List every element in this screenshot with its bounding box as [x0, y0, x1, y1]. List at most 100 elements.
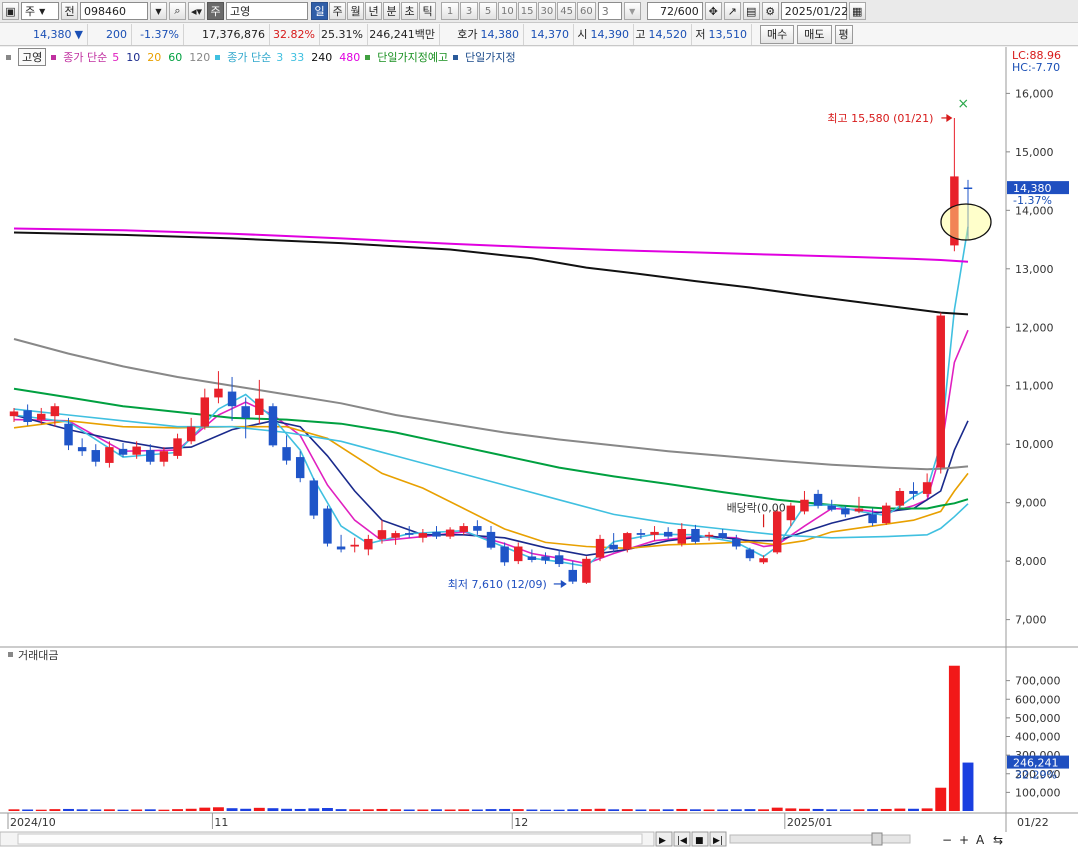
down-arrow-icon: ▼	[74, 27, 83, 41]
interval-15[interactable]: 15	[517, 2, 537, 20]
volume-bar	[240, 808, 252, 811]
legend-ma-a-period-60[interactable]: 60	[168, 51, 182, 64]
period-select[interactable]: 주 ▼	[21, 2, 59, 20]
candle	[418, 533, 428, 538]
price-tick-label: 8,000	[1015, 555, 1047, 568]
tools-icon[interactable]: ✥	[704, 2, 722, 20]
interval-1[interactable]: 1	[441, 2, 460, 20]
hoga-label: 호가	[457, 28, 478, 41]
legend-ma-a-period-5[interactable]: 5	[112, 51, 119, 64]
calendar-icon[interactable]: ▦	[848, 2, 866, 20]
x-tick-label: 2024/10	[10, 816, 56, 829]
x-tick-label: 2025/01	[787, 816, 833, 829]
candle	[323, 508, 332, 544]
volume-bar	[512, 809, 524, 811]
code-dropdown-button[interactable]: ▼	[150, 2, 167, 20]
volume-bar	[431, 809, 442, 811]
highlight-ellipse	[940, 203, 992, 241]
candle	[800, 499, 809, 512]
period-second[interactable]: 초	[401, 2, 419, 20]
candle	[595, 538, 605, 558]
save-icon[interactable]: ▤	[742, 2, 760, 20]
legend-ma-a-label[interactable]: 종가 단순	[63, 49, 107, 65]
legend-stock-name[interactable]: 고영	[18, 48, 47, 66]
price-tick-label: 16,000	[1015, 87, 1054, 100]
chevron-down-icon: ▼	[39, 6, 46, 16]
count-field[interactable]: 72/600	[646, 2, 703, 20]
period-week[interactable]: 주	[329, 2, 347, 20]
legend-square-icon	[365, 54, 371, 60]
name-tag-button[interactable]: 주	[207, 2, 225, 20]
chart-area: LC:88.96 HC:-7.70 16,000 15,000 14,000 13,000…	[0, 47, 1078, 852]
candle	[132, 446, 141, 455]
period-month[interactable]: 월	[347, 2, 365, 20]
legend-ma-b-period-480[interactable]: 480	[339, 51, 360, 64]
chart-canvas[interactable]: LC:88.96HC:-7.7016,00015,00014,00013,000…	[0, 47, 1078, 852]
avg-button[interactable]: 평	[834, 24, 853, 44]
volume-bar	[158, 809, 170, 811]
candle	[77, 447, 87, 452]
interval-10[interactable]: 10	[498, 2, 517, 20]
candle	[772, 511, 782, 553]
candle	[541, 556, 550, 561]
volume-bar	[35, 809, 47, 811]
volume-bar	[744, 809, 756, 811]
chart-icon[interactable]: ▣	[2, 2, 19, 20]
candle	[37, 413, 46, 420]
candle	[459, 526, 468, 532]
volume-bar	[689, 809, 701, 811]
candle	[732, 538, 741, 547]
volume-bar	[172, 809, 183, 811]
sell-button[interactable]: 매도	[797, 24, 832, 44]
volume-bar	[131, 809, 143, 811]
legend-limit-warn[interactable]: 단일가지정예고	[377, 49, 448, 65]
period-tick[interactable]: 틱	[419, 2, 437, 20]
name-field[interactable]: 고영	[226, 2, 309, 20]
volume-bar	[785, 808, 797, 811]
volume-bar	[567, 809, 579, 811]
candle	[9, 411, 19, 417]
speaker-icon[interactable]: ◂▾	[188, 2, 206, 20]
candle	[200, 397, 210, 427]
legend-ma-b-period-240[interactable]: 240	[311, 51, 332, 64]
last-volume-pct: 32.29%	[1015, 769, 1057, 782]
line-tool-icon[interactable]: ↗	[723, 2, 741, 20]
interval-60[interactable]: 60	[576, 2, 596, 20]
date-field[interactable]: 2025/01/22	[780, 2, 848, 20]
stop-icon: ■	[695, 836, 704, 846]
interval-5[interactable]: 5	[479, 2, 498, 20]
candle	[282, 447, 291, 461]
chart-legend: 고영 종가 단순 5 10 20 60 120 종가 단순 3 33 240 480 단일가지…	[6, 48, 516, 66]
volume-bar	[553, 809, 565, 811]
legend-ma-a-period-120[interactable]: 120	[189, 51, 210, 64]
candle	[895, 490, 905, 506]
search-icon[interactable]: ⌕	[169, 2, 186, 20]
interval-select[interactable]: 3	[597, 2, 622, 20]
legend-ma-b-period-33[interactable]: 33	[290, 51, 304, 64]
change-value: 200	[88, 23, 132, 45]
volume-bar	[826, 809, 838, 811]
legend-ma-a-period-20[interactable]: 20	[147, 51, 161, 64]
legend-square-icon	[6, 54, 11, 60]
code-input[interactable]: 098460	[80, 2, 148, 20]
legend-ma-b-period-3[interactable]: 3	[276, 51, 283, 64]
period-day[interactable]: 일	[311, 2, 329, 20]
legend-limit[interactable]: 단일가지정	[465, 49, 516, 65]
volume-bar	[717, 809, 729, 811]
count-value: 72	[660, 4, 675, 18]
volume-bar	[894, 808, 906, 811]
interval-45[interactable]: 45	[557, 2, 576, 20]
period-minute[interactable]: 분	[383, 2, 401, 20]
candle	[936, 315, 945, 468]
gear-icon[interactable]: ⚙	[761, 2, 779, 20]
interval-3[interactable]: 3	[460, 2, 479, 20]
legend-ma-a-period-10[interactable]: 10	[126, 51, 140, 64]
prev-button[interactable]: 전	[61, 2, 78, 20]
x-tick-label: 12	[514, 816, 528, 829]
interval-30[interactable]: 30	[537, 2, 557, 20]
interval-dropdown-button[interactable]: ▼	[623, 2, 641, 20]
buy-button[interactable]: 매수	[760, 24, 795, 44]
period-year[interactable]: 년	[365, 2, 383, 20]
legend-ma-b-label[interactable]: 종가 단순	[227, 49, 271, 65]
candle	[377, 530, 387, 539]
